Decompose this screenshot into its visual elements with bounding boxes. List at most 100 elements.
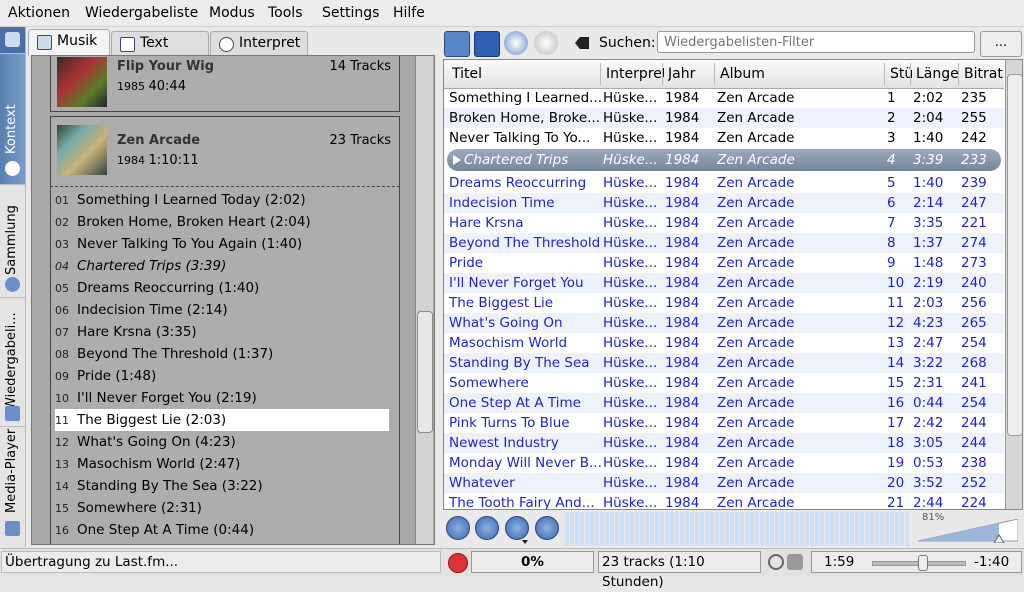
playlist-row-current[interactable]: Chartered Trips Hüske... 1984 Zen Arcade 4 3:…	[447, 149, 1001, 171]
tracklist-item[interactable]: 02 Broken Home, Broken Heart (2:04)	[55, 211, 389, 233]
track-title: Hare Krsna (3:35)	[77, 324, 197, 340]
column-header[interactable]: Jahr	[668, 66, 716, 82]
playlist-cell: 268	[961, 355, 987, 371]
side-tab-media-player[interactable]: Media-Player	[0, 427, 25, 545]
playlist-scrollbar[interactable]	[1005, 60, 1022, 509]
tracklist-item[interactable]: 05 Dreams Reoccurring (1:40)	[55, 277, 389, 299]
playlist-row[interactable]: Masochism World Hüske... 1984 Zen Arcade 13 2…	[444, 333, 1004, 353]
column-header[interactable]: Titel	[452, 66, 600, 82]
menu-modus[interactable]: Modus	[209, 5, 255, 21]
column-header[interactable]: Stü	[890, 66, 912, 82]
playlist-row[interactable]: The Tooth Fairy And... Hüske... 1984 Zen Ar…	[444, 493, 1004, 509]
column-separator[interactable]	[662, 63, 663, 85]
playlist-row[interactable]: Broken Home, Broke... Hüske... 1984 Zen Arc…	[444, 108, 1004, 128]
tracklist-item[interactable]: 16 One Step At A Time (0:44)	[55, 519, 389, 541]
tracklist-item[interactable]: 13 Masochism World (2:47)	[55, 453, 389, 475]
save-playlist-button[interactable]	[474, 31, 500, 57]
menu-tools[interactable]: Tools	[268, 5, 303, 21]
playlist-cell: 0:44	[913, 395, 944, 411]
tracklist-item[interactable]: 11 The Biggest Lie (2:03)	[55, 409, 389, 431]
gear-icon	[5, 32, 20, 47]
tracklist-item[interactable]: 15 Somewhere (2:31)	[55, 497, 389, 519]
playlist-cell: 2:04	[913, 110, 944, 126]
next-button[interactable]	[535, 516, 559, 540]
playlist-cell: 2:14	[913, 195, 944, 211]
spectrum-analyzer	[565, 512, 910, 546]
column-separator[interactable]	[910, 63, 911, 85]
playlist-row[interactable]: One Step At A Time Hüske... 1984 Zen Arcade…	[444, 393, 1004, 413]
album-item[interactable]: Zen Arcade 1984 1:10:11 23 Tracks	[50, 116, 400, 187]
playlist-cell: 252	[961, 475, 987, 491]
playlist-row[interactable]: Beyond The Threshold Hüske... 1984 Zen Arca…	[444, 233, 1004, 253]
column-separator[interactable]	[958, 63, 959, 85]
tab-text[interactable]: Text	[111, 31, 209, 56]
column-separator[interactable]	[714, 63, 715, 85]
tracklist-item[interactable]: 09 Pride (1:48)	[55, 365, 389, 387]
side-tab-sammlung[interactable]: Sammlung	[0, 185, 25, 298]
tab-interpret[interactable]: Interpret	[210, 31, 308, 56]
playlist-view-button[interactable]	[444, 31, 470, 57]
tracklist-item[interactable]: 12 What's Going On (4:23)	[55, 431, 389, 453]
tracklist-item[interactable]: 07 Hare Krsna (3:35)	[55, 321, 389, 343]
menu-wiedergabeliste[interactable]: Wiedergabeliste	[85, 5, 198, 21]
playlist-cell: Masochism World	[449, 335, 568, 351]
playlist-row[interactable]: I'll Never Forget You Hüske... 1984 Zen Arc…	[444, 273, 1004, 293]
playlist-cell: 254	[961, 395, 987, 411]
column-header[interactable]: Interpret	[606, 66, 664, 82]
tracklist-item[interactable]: 08 Beyond The Threshold (1:37)	[55, 343, 389, 365]
scrollbar-thumb[interactable]	[417, 311, 433, 433]
side-tab-wiedergabeliste[interactable]: Wiedergabeli...	[0, 298, 25, 427]
playlist-row[interactable]: Indecision Time Hüske... 1984 Zen Arcade 6 2:…	[444, 193, 1004, 213]
column-header[interactable]: Bitrat	[964, 66, 1006, 82]
column-separator[interactable]	[884, 63, 885, 85]
undo-button[interactable]	[504, 31, 528, 55]
album-track-count: 23 Tracks	[329, 133, 391, 148]
filter-options-button[interactable]: ...	[980, 31, 1022, 57]
tab-musik[interactable]: Musik	[28, 29, 110, 56]
stop-menu-arrow-icon[interactable]	[522, 540, 528, 544]
scrollbar-thumb[interactable]	[1007, 74, 1022, 436]
random-icon[interactable]	[787, 554, 803, 570]
side-tab-kontext[interactable]: Kontext	[0, 54, 25, 185]
menu-settings[interactable]: Settings	[322, 5, 379, 21]
playlist-row[interactable]: The Biggest Lie Hüske... 1984 Zen Arcade 11 2…	[444, 293, 1004, 313]
tracklist-item[interactable]: 01 Something I Learned Today (2:02)	[55, 189, 389, 211]
volume-slider[interactable]	[918, 519, 1018, 543]
playlist-row[interactable]: Newest Industry Hüske... 1984 Zen Arcade 18 3…	[444, 433, 1004, 453]
abort-icon[interactable]	[448, 553, 468, 573]
playlist-row[interactable]: Pride Hüske... 1984 Zen Arcade 9 1:48 273	[444, 253, 1004, 273]
playlist-row[interactable]: Whatever Hüske... 1984 Zen Arcade 20 3:52 252	[444, 473, 1004, 493]
clear-filter-icon[interactable]	[575, 37, 589, 49]
tracklist-item[interactable]: 03 Never Talking To You Again (1:40)	[55, 233, 389, 255]
tracklist-item[interactable]: 06 Indecision Time (2:14)	[55, 299, 389, 321]
column-header[interactable]: Album	[720, 66, 880, 82]
playlist-filter-input[interactable]	[657, 31, 975, 53]
menu-aktionen[interactable]: Aktionen	[8, 5, 70, 21]
redo-button[interactable]	[534, 31, 558, 55]
repeat-icon[interactable]	[768, 554, 784, 570]
album-item[interactable]: Flip Your Wig 1985 40:44 14 Tracks	[50, 56, 400, 112]
stop-button[interactable]	[505, 516, 529, 540]
pause-button[interactable]	[475, 516, 499, 540]
playlist-row[interactable]: Dreams Reoccurring Hüske... 1984 Zen Arcade…	[444, 173, 1004, 193]
playlist-row[interactable]: What's Going On Hüske... 1984 Zen Arcade 12 4…	[444, 313, 1004, 333]
playlist-row[interactable]: Monday Will Never B... Hüske... 1984 Zen Ar…	[444, 453, 1004, 473]
column-header[interactable]: Länge	[916, 66, 960, 82]
playlist-row[interactable]: Pink Turns To Blue Hüske... 1984 Zen Arcade…	[444, 413, 1004, 433]
tracklist-item[interactable]: 10 I'll Never Forget You (2:19)	[55, 387, 389, 409]
tracklist-item[interactable]: 14 Standing By The Sea (3:22)	[55, 475, 389, 497]
tracklist-item[interactable]: 04 Chartered Trips (3:39)	[55, 255, 389, 277]
context-scrollbar[interactable]	[415, 56, 433, 544]
side-config-button[interactable]	[0, 27, 25, 54]
playlist-row[interactable]: Standing By The Sea Hüske... 1984 Zen Arcad…	[444, 353, 1004, 373]
playlist-row[interactable]: Never Talking To Yo... Hüske... 1984 Zen Ar…	[444, 128, 1004, 148]
previous-button[interactable]	[446, 516, 470, 540]
playlist-row[interactable]: Somewhere Hüske... 1984 Zen Arcade 15 2:31 241	[444, 373, 1004, 393]
column-separator[interactable]	[600, 63, 601, 85]
seek-handle[interactable]	[917, 555, 928, 571]
playlist-row[interactable]: Hare Krsna Hüske... 1984 Zen Arcade 7 3:35 221	[444, 213, 1004, 233]
playlist-cell: 1:37	[913, 235, 944, 251]
track-number: 14	[55, 480, 69, 493]
playlist-row[interactable]: Something I Learned... Hüske... 1984 Zen Ar…	[444, 88, 1004, 108]
menu-hilfe[interactable]: Hilfe	[393, 5, 425, 21]
